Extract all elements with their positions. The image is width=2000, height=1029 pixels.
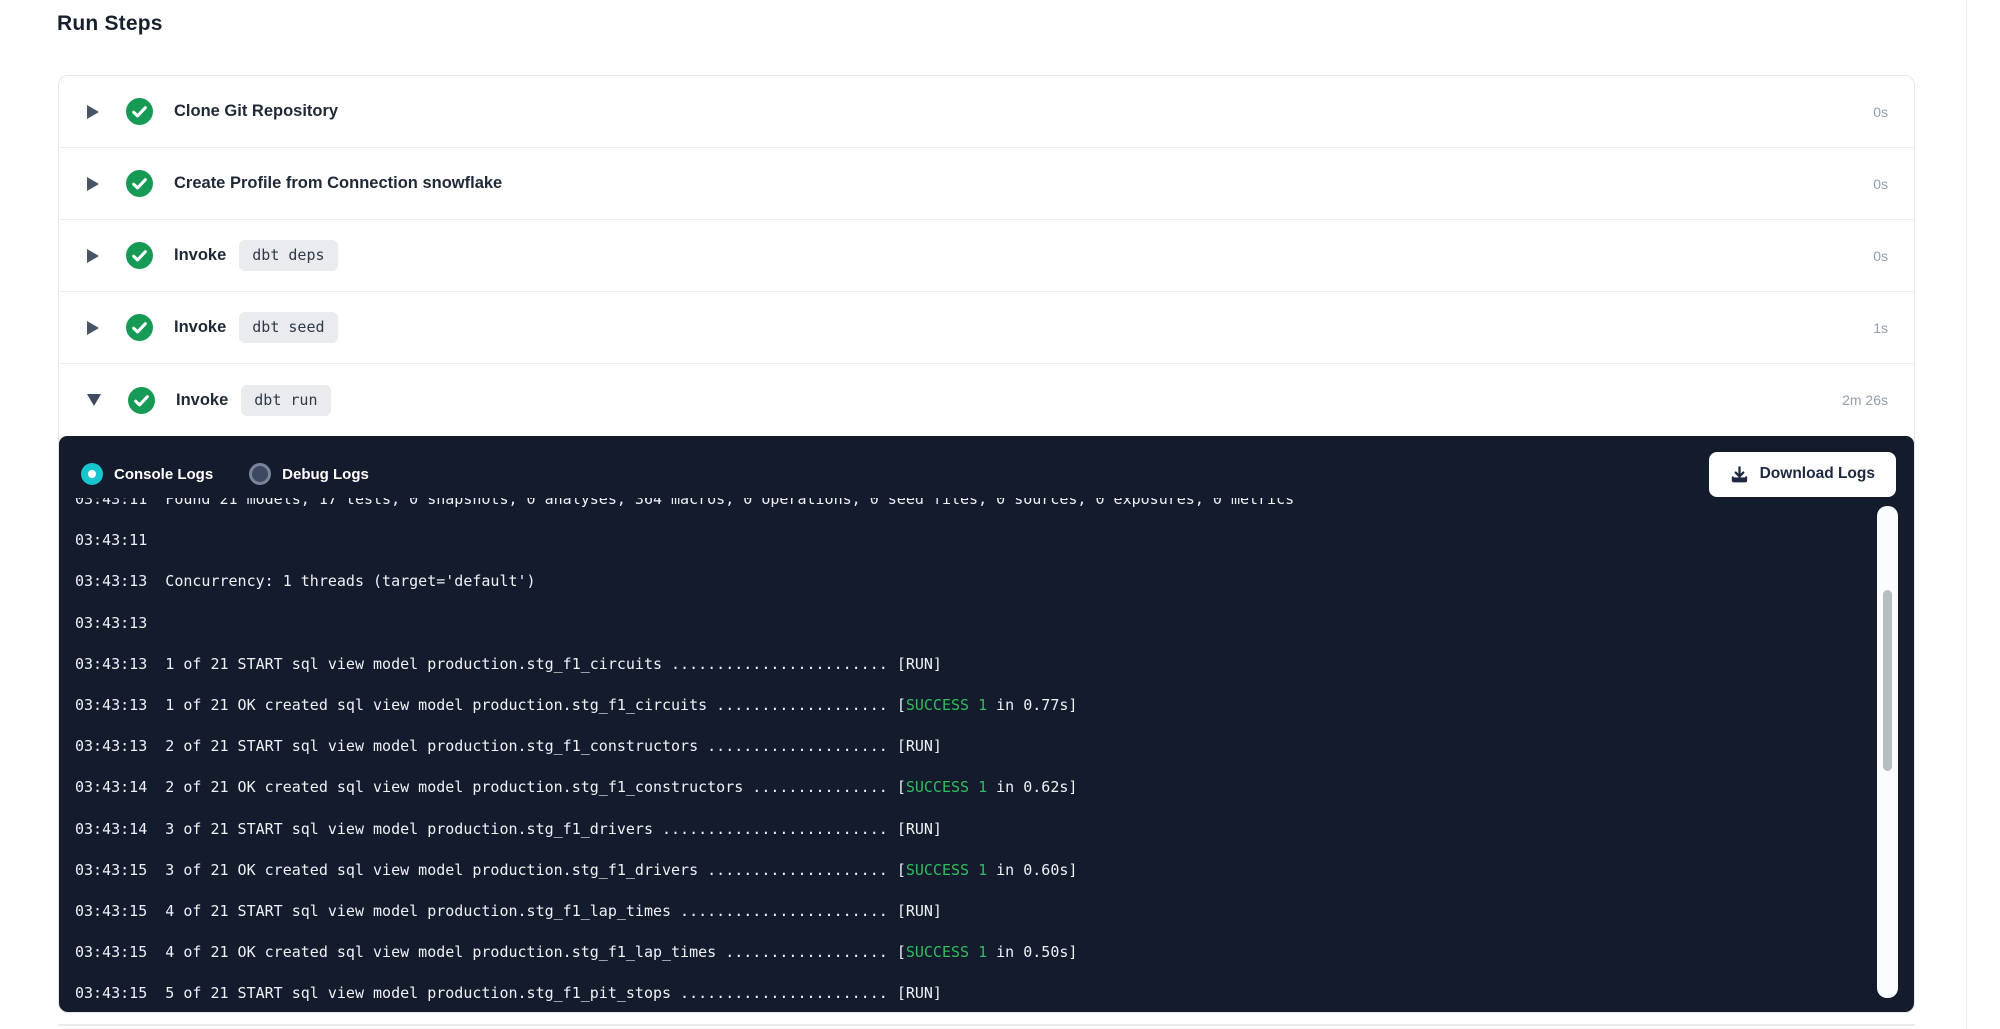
log-line: 03:43:15 4 of 21 START sql view model pr… [75, 901, 1794, 922]
step-command-badge: dbt deps [239, 240, 337, 271]
run-step-row[interactable]: Create Profile from Connection snowflake… [59, 148, 1914, 220]
log-line: 03:43:15 4 of 21 OK created sql view mod… [75, 942, 1794, 963]
console-logs-label: Console Logs [114, 466, 213, 483]
expand-caret-icon[interactable] [87, 105, 99, 119]
step-label: Invoke [176, 391, 228, 410]
log-line: 03:43:14 2 of 21 OK created sql view mod… [75, 777, 1794, 798]
log-line: 03:43:13 1 of 21 START sql view model pr… [75, 654, 1794, 675]
step-command-badge: dbt seed [239, 312, 337, 343]
log-line: 03:43:11 Found 21 models, 17 tests, 0 sn… [75, 498, 1794, 510]
console-log-lines: 03:43:11 Found 21 models, 17 tests, 0 sn… [75, 498, 1794, 1012]
page-scroll-gutter[interactable] [1966, 0, 2000, 1029]
log-line: 03:43:15 3 of 21 OK created sql view mod… [75, 860, 1794, 881]
console-log-output: 03:43:11 Found 21 models, 17 tests, 0 sn… [59, 498, 1914, 1012]
run-steps-page: Run Steps Clone Git Repository 0s Create… [0, 0, 2000, 1029]
success-check-icon [126, 170, 153, 197]
next-section-divider [58, 1024, 1915, 1026]
page-title: Run Steps [57, 12, 163, 36]
debug-logs-option[interactable]: Debug Logs [249, 463, 369, 485]
run-step-row[interactable]: Invoke dbt seed 1s [59, 292, 1914, 364]
step-label: Create Profile from Connection snowflake [174, 174, 502, 193]
log-scrollbar-track[interactable] [1877, 506, 1898, 998]
step-duration: 2m 26s [1842, 392, 1888, 408]
success-check-icon [126, 98, 153, 125]
download-logs-button[interactable]: Download Logs [1709, 452, 1896, 497]
download-icon [1730, 465, 1749, 484]
log-line: 03:43:13 Concurrency: 1 threads (target=… [75, 571, 1794, 592]
log-line: 03:43:11 [75, 530, 1794, 551]
step-command-badge: dbt run [241, 385, 330, 416]
debug-logs-radio-icon[interactable] [249, 463, 271, 485]
step-label: Invoke [174, 246, 226, 265]
console-logs-radio-icon[interactable] [81, 463, 103, 485]
success-check-icon [126, 242, 153, 269]
step-duration: 0s [1873, 176, 1888, 192]
log-line: 03:43:13 2 of 21 START sql view model pr… [75, 736, 1794, 757]
run-steps-list: Clone Git Repository 0s Create Profile f… [59, 76, 1914, 436]
expand-caret-icon[interactable] [87, 177, 99, 191]
run-step-row[interactable]: Clone Git Repository 0s [59, 76, 1914, 148]
success-check-icon [128, 387, 155, 414]
step-duration: 0s [1873, 248, 1888, 264]
log-scrollbar-thumb[interactable] [1883, 590, 1892, 771]
step-duration: 1s [1873, 320, 1888, 336]
download-logs-button-label: Download Logs [1760, 465, 1875, 483]
run-step-row[interactable]: Invoke dbt run 2m 26s [59, 364, 1914, 436]
success-check-icon [126, 314, 153, 341]
step-duration: 0s [1873, 104, 1888, 120]
log-line: 03:43:14 3 of 21 START sql view model pr… [75, 819, 1794, 840]
console-logs-option[interactable]: Console Logs [81, 463, 213, 485]
step-label: Invoke [174, 318, 226, 337]
log-line: 03:43:13 1 of 21 OK created sql view mod… [75, 695, 1794, 716]
run-step-row[interactable]: Invoke dbt deps 0s [59, 220, 1914, 292]
debug-logs-label: Debug Logs [282, 466, 369, 483]
step-label: Clone Git Repository [174, 102, 338, 121]
expand-caret-icon[interactable] [87, 321, 99, 335]
expand-caret-icon[interactable] [87, 394, 101, 406]
log-line: 03:43:15 5 of 21 START sql view model pr… [75, 983, 1794, 1004]
expand-caret-icon[interactable] [87, 249, 99, 263]
log-panel: Console Logs Debug Logs Download Logs [59, 436, 1914, 1012]
log-line: 03:43:13 [75, 613, 1794, 634]
run-steps-card: Clone Git Repository 0s Create Profile f… [58, 75, 1915, 1013]
log-panel-header: Console Logs Debug Logs Download Logs [59, 436, 1914, 498]
